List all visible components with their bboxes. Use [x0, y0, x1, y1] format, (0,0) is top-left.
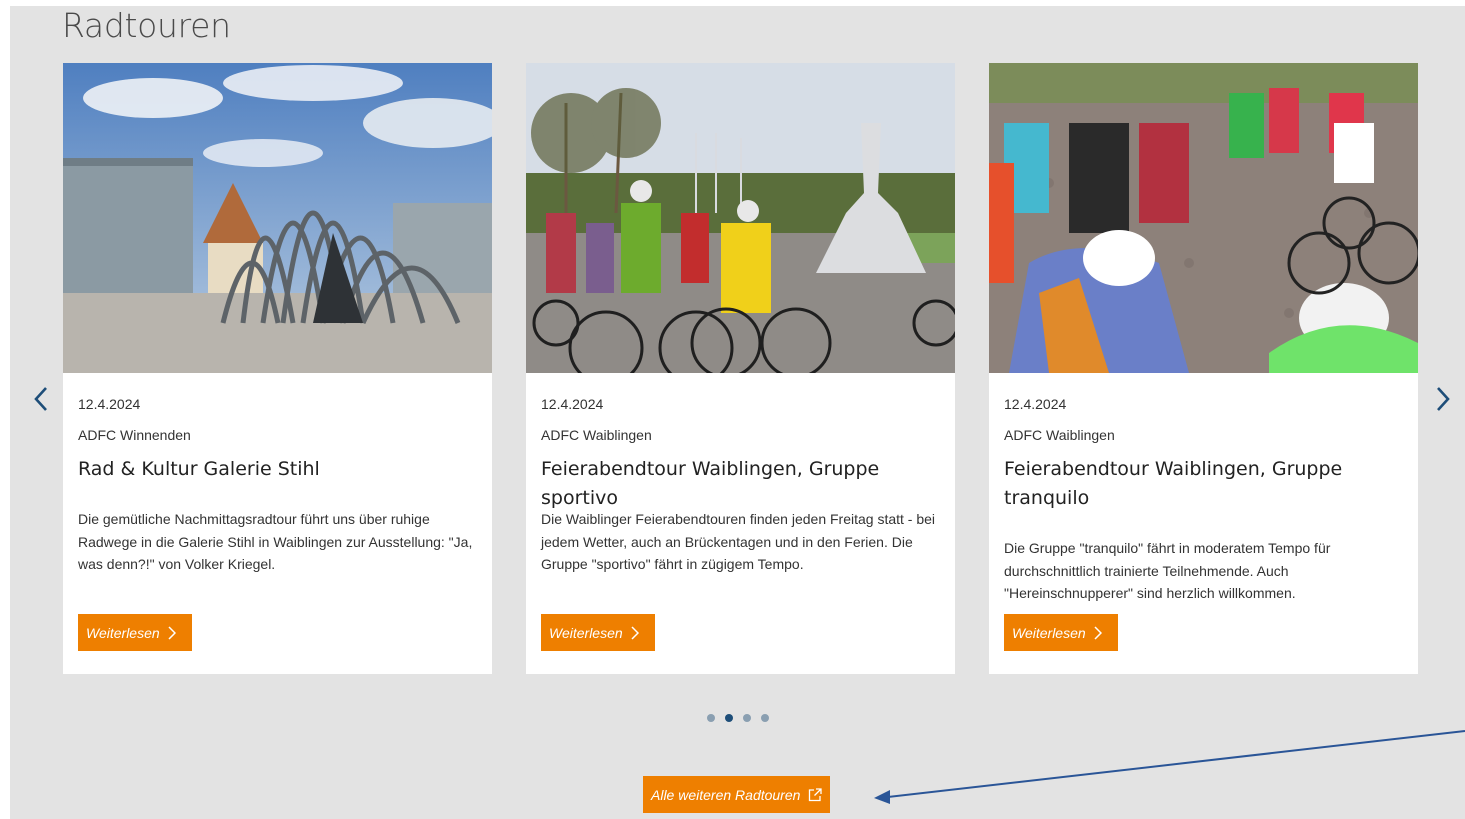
- tour-card: 12.4.2024 ADFC Winnenden Rad & Kultur Ga…: [63, 63, 492, 674]
- tour-description: Die Waiblinger Feierabendtouren finden j…: [541, 511, 936, 572]
- carousel-dot-active[interactable]: [725, 714, 733, 722]
- carousel-dot[interactable]: [707, 714, 715, 722]
- tour-card: 12.4.2024 ADFC Waiblingen Feierabendtour…: [526, 63, 955, 674]
- carousel-dot[interactable]: [761, 714, 769, 722]
- tour-card: 12.4.2024 ADFC Waiblingen Feierabendtour…: [989, 63, 1418, 674]
- tour-title[interactable]: Feierabendtour Waiblingen, Gruppe tranqu…: [1004, 455, 1404, 513]
- tour-photo-cyclists-park: [526, 63, 955, 373]
- external-link-icon: [809, 787, 823, 801]
- read-more-label: Weiterlesen: [86, 624, 160, 641]
- read-more-button[interactable]: Weiterlesen: [541, 614, 655, 651]
- all-tours-button[interactable]: Alle weiteren Radtouren: [643, 776, 831, 813]
- chevron-right-icon: [1094, 625, 1102, 640]
- tour-date: 12.4.2024: [541, 396, 604, 412]
- all-tours-label: Alle weiteren Radtouren: [651, 786, 801, 803]
- carousel-prev-button[interactable]: [30, 384, 54, 414]
- read-more-label: Weiterlesen: [1012, 624, 1086, 641]
- read-more-button[interactable]: Weiterlesen: [1004, 614, 1118, 651]
- tour-description: Die gemütliche Nachmittagsradtour führt …: [78, 511, 473, 572]
- radtouren-section: Radtouren 12.4.2024 ADFC Winnenden Rad &…: [10, 6, 1465, 819]
- tour-organizer: ADFC Waiblingen: [1004, 427, 1115, 443]
- section-title: Radtouren: [62, 6, 231, 45]
- carousel-pagination: [707, 714, 769, 722]
- tour-organizer: ADFC Waiblingen: [541, 427, 652, 443]
- tour-description: Die Gruppe "tranquilo" fährt in moderate…: [1004, 540, 1331, 601]
- chevron-right-icon: [168, 625, 176, 640]
- tour-title[interactable]: Feierabendtour Waiblingen, Gruppe sporti…: [541, 455, 941, 513]
- tour-date: 12.4.2024: [78, 396, 141, 412]
- chevron-left-icon: [34, 387, 47, 411]
- tour-photo-sculpture: [63, 63, 492, 373]
- carousel-dot[interactable]: [743, 714, 751, 722]
- carousel-next-button[interactable]: [1430, 384, 1454, 414]
- tour-photo-cyclists-plaza: [989, 63, 1418, 373]
- chevron-right-icon: [631, 625, 639, 640]
- tour-date: 12.4.2024: [1004, 396, 1067, 412]
- tour-organizer: ADFC Winnenden: [78, 427, 191, 443]
- read-more-label: Weiterlesen: [549, 624, 623, 641]
- read-more-button[interactable]: Weiterlesen: [78, 614, 192, 651]
- chevron-right-icon: [1437, 387, 1450, 411]
- tour-title[interactable]: Rad & Kultur Galerie Stihl: [78, 455, 478, 484]
